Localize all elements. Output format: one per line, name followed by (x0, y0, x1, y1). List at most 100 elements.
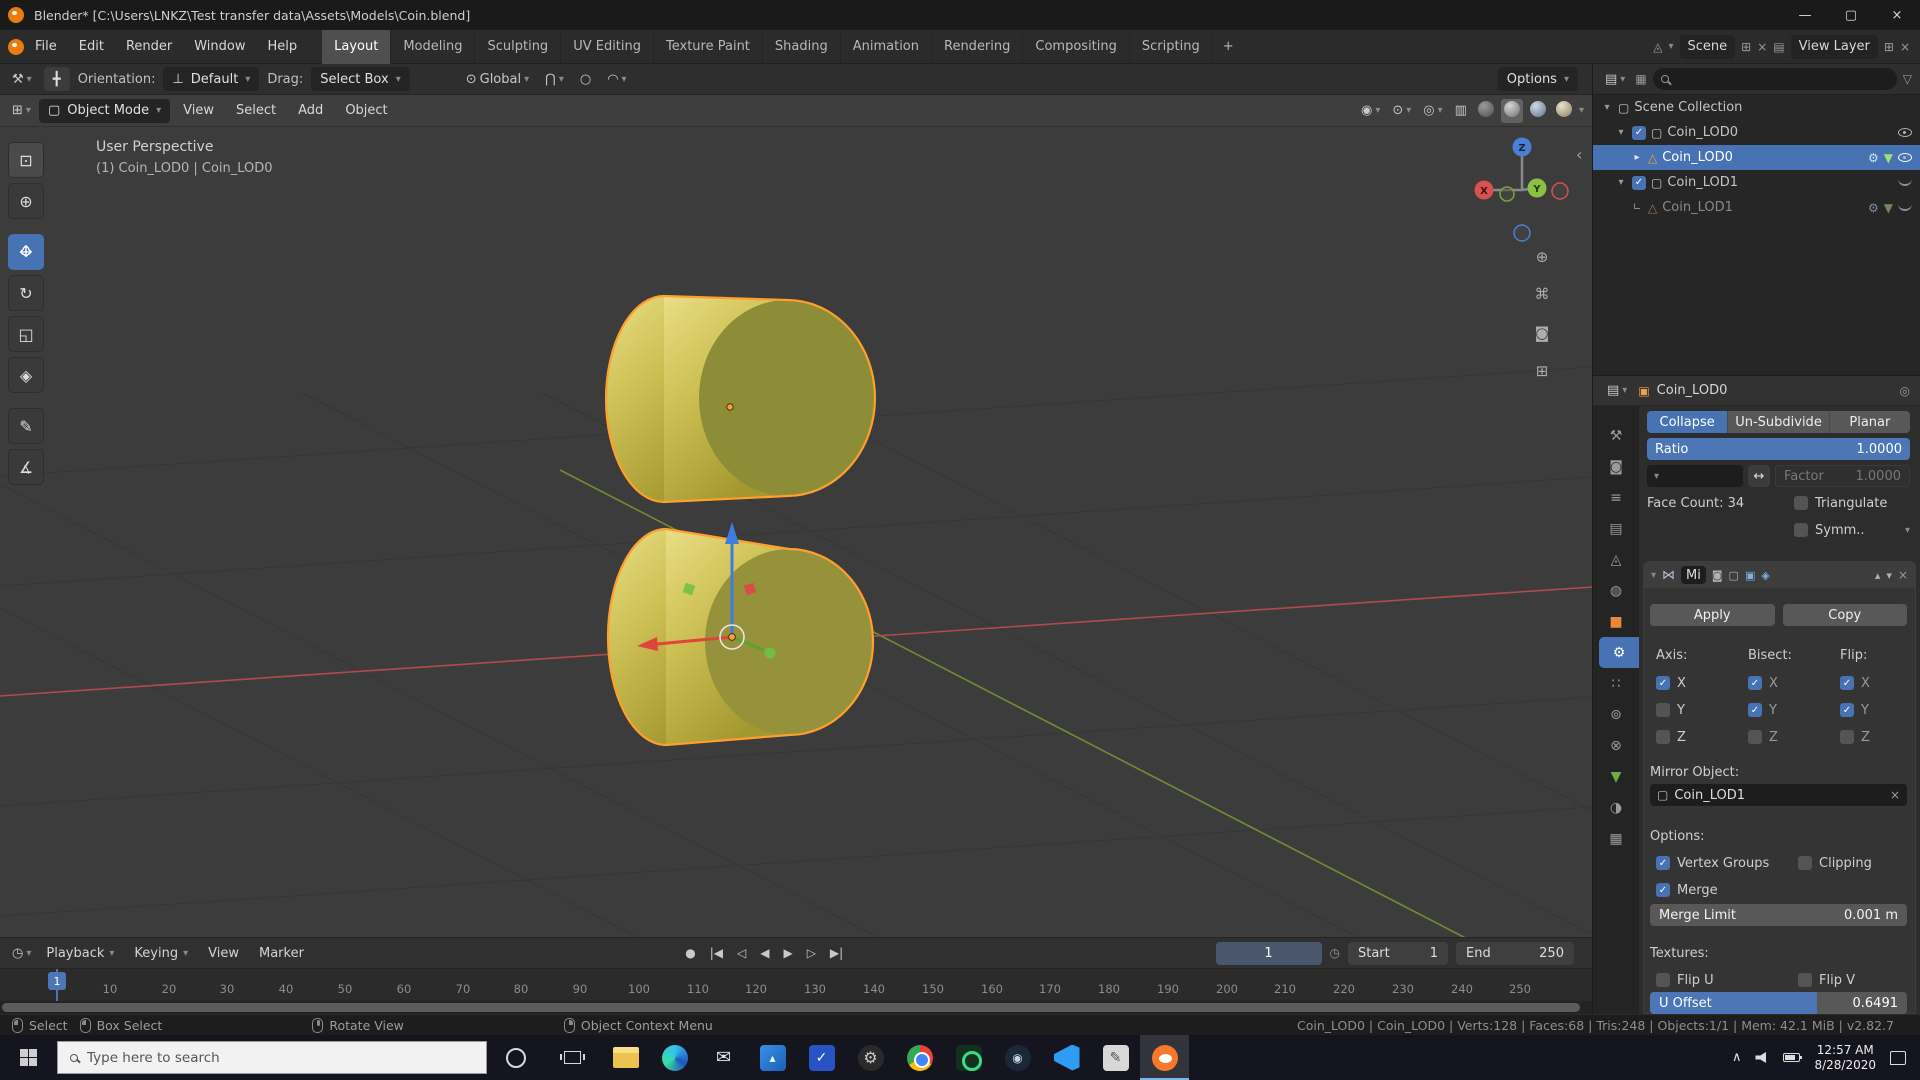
coin-mesh-top[interactable] (604, 294, 877, 504)
settings-button[interactable]: ⚙ (846, 1035, 895, 1080)
tab-world[interactable]: ◍ (1593, 575, 1639, 606)
menu-playback[interactable]: Playback ▾ (37, 946, 123, 961)
realtime-toggle-icon[interactable]: ▢ (1729, 569, 1739, 582)
pin-icon[interactable]: ◎ (1900, 384, 1910, 398)
tab-constraints[interactable]: ⊗ (1593, 730, 1639, 761)
scale-tool[interactable]: ◱ (8, 316, 44, 352)
flip-y-checkbox[interactable] (1840, 703, 1854, 717)
render-toggle-icon[interactable]: ◙ (1712, 569, 1723, 582)
battery-icon[interactable] (1783, 1053, 1803, 1062)
copy-button[interactable]: Copy (1782, 604, 1907, 626)
view-layer-selector[interactable]: View Layer (1790, 34, 1878, 59)
xray-toggle-icon[interactable]: ▥ (1451, 103, 1471, 118)
collection-checkbox[interactable] (1632, 125, 1646, 140)
vscode-button[interactable] (1042, 1035, 1091, 1080)
workspace-tab-layout[interactable]: Layout (322, 29, 392, 64)
invert-vertex-group-button[interactable]: ↔ (1748, 465, 1770, 487)
workspace-tab-texture-paint[interactable]: Texture Paint (654, 29, 763, 64)
move-up-icon[interactable]: ▴ (1875, 569, 1881, 582)
task-view-button[interactable] (544, 1035, 601, 1080)
workspace-tab-animation[interactable]: Animation (841, 29, 932, 64)
decimate-planar-button[interactable]: Planar (1829, 411, 1911, 433)
apply-button[interactable]: Apply (1650, 604, 1775, 626)
menu-object[interactable]: Object (336, 103, 396, 118)
drag-dropdown[interactable]: Select Box ▾ (311, 67, 410, 91)
menu-view[interactable]: View (199, 946, 248, 961)
cage-toggle-icon[interactable]: ◈ (1761, 569, 1769, 582)
expand-icon[interactable]: ▾ (1615, 127, 1627, 138)
editor-type-icon[interactable]: ⚒ ▾ (8, 72, 36, 87)
file-explorer-button[interactable] (601, 1035, 650, 1080)
start-frame-field[interactable]: Start 1 (1347, 941, 1448, 965)
options-dropdown[interactable]: Options ▾ (1497, 67, 1578, 91)
expand-icon[interactable]: ▾ (1601, 102, 1613, 113)
mail-button[interactable]: ✉ (699, 1035, 748, 1080)
camera-view-icon[interactable]: ◙ (1528, 319, 1556, 347)
editmode-toggle-icon[interactable]: ▣ (1745, 569, 1755, 582)
tab-object-data[interactable]: ▼ (1593, 761, 1639, 792)
close-button[interactable]: × (1874, 0, 1920, 30)
proportional-edit-icon[interactable]: ○ (576, 72, 595, 87)
cursor-tool[interactable]: ⊕ (8, 183, 44, 219)
shading-solid-icon[interactable] (1500, 98, 1523, 123)
3d-viewport[interactable]: ⊞ ▾ ▢ Object Mode ▾ View Select Add Object … (0, 95, 1592, 937)
tab-object[interactable]: ■ (1593, 606, 1639, 637)
vertex-groups-checkbox[interactable] (1656, 856, 1670, 870)
navigation-gizmo[interactable]: Z X Y (1467, 135, 1577, 245)
cortana-button[interactable] (487, 1035, 544, 1080)
flip-u-checkbox[interactable] (1656, 973, 1670, 987)
workspace-tab-shading[interactable]: Shading (763, 29, 841, 64)
tab-material[interactable]: ◑ (1593, 792, 1639, 823)
tab-view-layer[interactable]: ▤ (1593, 513, 1639, 544)
tab-texture[interactable]: ▦ (1593, 823, 1639, 854)
current-frame-field[interactable]: 1 (1215, 941, 1322, 965)
jump-to-end-button[interactable]: ▶| (830, 946, 843, 960)
move-down-icon[interactable]: ▾ (1886, 569, 1892, 582)
gizmos-toggle-icon[interactable]: ⊙ ▾ (1388, 103, 1415, 118)
vertex-group-field[interactable]: ▾ (1647, 465, 1743, 487)
symmetry-checkbox[interactable] (1794, 523, 1808, 537)
outliner-row-scene-collection[interactable]: ▾ ▢ Scene Collection (1593, 95, 1920, 120)
snap-magnet-icon[interactable]: ⋂ ▾ (541, 72, 568, 87)
mode-selector[interactable]: ▢ Object Mode ▾ (38, 98, 171, 123)
jump-to-start-button[interactable]: |◀ (710, 946, 723, 960)
decimate-collapse-button[interactable]: Collapse (1647, 411, 1729, 433)
merge-limit-field[interactable]: Merge Limit 0.001 m (1650, 904, 1907, 926)
panel-expand-icon[interactable]: ▾ (1651, 570, 1656, 581)
tab-tool[interactable]: ⚒ (1593, 420, 1639, 451)
decimate-unsubdivide-button[interactable]: Un-Subdivide (1728, 411, 1830, 433)
tab-output[interactable]: ≡ (1593, 482, 1639, 513)
axis-neg-z-ball[interactable] (1513, 224, 1531, 242)
visibility-eye-closed-icon[interactable] (1898, 204, 1912, 211)
axis-x-checkbox[interactable] (1656, 676, 1670, 690)
tray-expand-icon[interactable]: ∧ (1732, 1050, 1742, 1065)
menu-view[interactable]: View (174, 103, 223, 118)
tab-modifiers[interactable]: ⚙ (1599, 637, 1639, 668)
playhead-frame-chip[interactable]: 1 (48, 972, 66, 990)
play-reverse-button[interactable]: ◀ (760, 946, 769, 960)
bisect-z-checkbox[interactable] (1748, 730, 1762, 744)
active-tool-move-icon[interactable]: ╋ (43, 67, 70, 91)
chrome-button[interactable] (895, 1035, 944, 1080)
outliner-search[interactable] (1652, 68, 1897, 90)
workspace-tab-sculpting[interactable]: Sculpting (475, 29, 562, 64)
ortho-toggle-icon[interactable]: ⊞ (1528, 357, 1556, 385)
filter-icon[interactable]: ▽ (1903, 72, 1912, 86)
rotate-tool[interactable]: ↻ (8, 275, 44, 311)
use-preview-range-icon[interactable]: ◷ (1330, 946, 1340, 960)
workspace-tab-modeling[interactable]: Modeling (391, 29, 476, 64)
visibility-eye-closed-icon[interactable] (1898, 179, 1912, 186)
mirror-object-field[interactable]: ▢ Coin_LOD1 × (1650, 784, 1907, 806)
todo-button[interactable]: ✓ (797, 1035, 846, 1080)
proportional-falloff-icon[interactable]: ◠ ▾ (603, 72, 630, 87)
minimize-button[interactable]: — (1782, 0, 1828, 30)
play-button[interactable]: ▶ (783, 946, 792, 960)
workspace-tab-scripting[interactable]: Scripting (1130, 29, 1213, 64)
u-offset-slider[interactable]: U Offset 0.6491 (1650, 992, 1907, 1014)
modifier-name-field[interactable]: Mi (1681, 566, 1706, 584)
flip-z-checkbox[interactable] (1840, 730, 1854, 744)
shading-options-icon[interactable]: ▾ (1579, 105, 1584, 116)
coin-mesh-bottom[interactable] (606, 527, 875, 747)
unlink-scene-icon[interactable]: × (1757, 40, 1767, 54)
axis-y-checkbox[interactable] (1656, 703, 1670, 717)
